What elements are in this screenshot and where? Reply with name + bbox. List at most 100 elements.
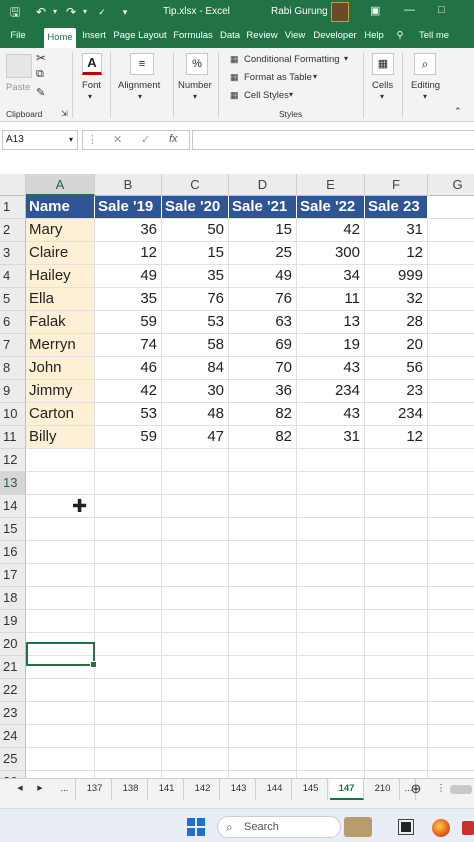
paste-icon[interactable] <box>6 54 32 78</box>
sale-value-cell[interactable]: 74 <box>95 334 162 357</box>
spelling-icon[interactable]: ✓ <box>95 4 109 20</box>
empty-cell[interactable] <box>229 656 297 679</box>
empty-cell[interactable] <box>95 518 162 541</box>
sale-value-cell[interactable]: 36 <box>95 219 162 242</box>
empty-cell[interactable] <box>297 748 365 771</box>
conditional-formatting-dropdown-icon[interactable]: ▾ <box>344 54 348 63</box>
sale-value-cell[interactable]: 49 <box>229 265 297 288</box>
sale-value-cell[interactable]: 76 <box>229 288 297 311</box>
empty-cell[interactable] <box>229 564 297 587</box>
column-header-b[interactable]: B <box>95 174 162 196</box>
format-as-table-dropdown-icon[interactable]: ▾ <box>313 72 317 81</box>
empty-cell[interactable] <box>26 748 95 771</box>
name-box-dropdown-icon[interactable]: ▾ <box>69 131 73 149</box>
empty-cell[interactable] <box>297 541 365 564</box>
tab-page-layout[interactable]: Page Layout <box>112 26 168 48</box>
row-header-22[interactable]: 22 <box>0 679 26 702</box>
redo-dropdown-icon[interactable]: ▾ <box>78 4 92 20</box>
empty-cell[interactable] <box>26 679 95 702</box>
empty-cell[interactable] <box>229 449 297 472</box>
save-icon[interactable]: 🖫 <box>8 4 22 20</box>
empty-cell[interactable] <box>95 679 162 702</box>
row-header-14[interactable]: 14 <box>0 495 26 518</box>
empty-cell[interactable] <box>26 610 95 633</box>
empty-cell[interactable] <box>95 610 162 633</box>
empty-cell[interactable] <box>428 656 474 679</box>
format-as-table-button[interactable]: Format as Table <box>244 72 312 83</box>
empty-cell[interactable] <box>229 702 297 725</box>
font-icon[interactable]: A <box>82 53 102 75</box>
name-cell[interactable]: Mary <box>26 219 95 242</box>
empty-cell[interactable] <box>229 771 297 778</box>
tab-view[interactable]: View <box>283 26 307 48</box>
empty-cell[interactable] <box>229 472 297 495</box>
sale-value-cell[interactable]: 59 <box>95 426 162 449</box>
empty-cell[interactable] <box>365 610 428 633</box>
sale-value-cell[interactable]: 48 <box>162 403 229 426</box>
empty-cell[interactable] <box>297 564 365 587</box>
empty-cell[interactable] <box>428 380 474 403</box>
sale-value-cell[interactable]: 31 <box>297 426 365 449</box>
sale-value-cell[interactable]: 25 <box>229 242 297 265</box>
sale-value-cell[interactable]: 43 <box>297 403 365 426</box>
row-header-1[interactable]: 1 <box>0 196 26 219</box>
sale-value-cell[interactable]: 49 <box>95 265 162 288</box>
empty-cell[interactable] <box>428 196 474 219</box>
empty-cell[interactable] <box>162 725 229 748</box>
cut-icon[interactable]: ✂ <box>36 51 46 65</box>
row-header-4[interactable]: 4 <box>0 265 26 288</box>
empty-cell[interactable] <box>26 633 95 656</box>
lightbulb-icon[interactable]: ⚲ <box>394 26 406 48</box>
header-cell[interactable]: Sale '20 <box>162 196 229 219</box>
empty-cell[interactable] <box>365 771 428 778</box>
empty-cell[interactable] <box>428 219 474 242</box>
tab-file[interactable]: File <box>4 26 32 48</box>
empty-cell[interactable] <box>297 771 365 778</box>
sale-value-cell[interactable]: 234 <box>297 380 365 403</box>
sale-value-cell[interactable]: 15 <box>229 219 297 242</box>
header-cell[interactable]: Sale '22 <box>297 196 365 219</box>
tab-review[interactable]: Review <box>245 26 279 48</box>
sale-value-cell[interactable]: 34 <box>297 265 365 288</box>
empty-cell[interactable] <box>95 449 162 472</box>
formula-input[interactable] <box>192 130 474 150</box>
empty-cell[interactable] <box>428 679 474 702</box>
empty-cell[interactable] <box>365 656 428 679</box>
collapse-ribbon-icon[interactable]: ⌃ <box>454 106 462 117</box>
tab-data[interactable]: Data <box>218 26 242 48</box>
sale-value-cell[interactable]: 13 <box>297 311 365 334</box>
row-header-12[interactable]: 12 <box>0 449 26 472</box>
format-painter-icon[interactable]: ✎ <box>36 86 45 99</box>
empty-cell[interactable] <box>95 564 162 587</box>
number-button[interactable]: Number <box>178 80 212 91</box>
empty-cell[interactable] <box>229 587 297 610</box>
empty-cell[interactable] <box>365 518 428 541</box>
sale-value-cell[interactable]: 47 <box>162 426 229 449</box>
tab-help[interactable]: Help <box>362 26 386 48</box>
empty-cell[interactable] <box>428 587 474 610</box>
empty-cell[interactable] <box>297 610 365 633</box>
cells-dropdown-icon[interactable]: ▾ <box>380 92 384 101</box>
sale-value-cell[interactable]: 42 <box>297 219 365 242</box>
empty-cell[interactable] <box>365 633 428 656</box>
paste-button[interactable]: Paste <box>6 82 30 93</box>
scroll-left-icon[interactable]: ◀ <box>14 779 26 800</box>
empty-cell[interactable] <box>95 748 162 771</box>
empty-cell[interactable] <box>229 541 297 564</box>
empty-cell[interactable] <box>229 495 297 518</box>
empty-cell[interactable] <box>297 518 365 541</box>
empty-cell[interactable] <box>26 472 95 495</box>
minimize-icon[interactable]: — <box>404 4 415 16</box>
empty-cell[interactable] <box>162 472 229 495</box>
header-cell[interactable]: Sale 23 <box>365 196 428 219</box>
empty-cell[interactable] <box>229 725 297 748</box>
sale-value-cell[interactable]: 35 <box>162 265 229 288</box>
empty-cell[interactable] <box>428 633 474 656</box>
empty-cell[interactable] <box>365 449 428 472</box>
sale-value-cell[interactable]: 50 <box>162 219 229 242</box>
empty-cell[interactable] <box>95 495 162 518</box>
sale-value-cell[interactable]: 28 <box>365 311 428 334</box>
empty-cell[interactable] <box>162 564 229 587</box>
insert-function-icon[interactable]: fx <box>169 133 178 145</box>
font-dropdown-icon[interactable]: ▾ <box>88 92 92 101</box>
